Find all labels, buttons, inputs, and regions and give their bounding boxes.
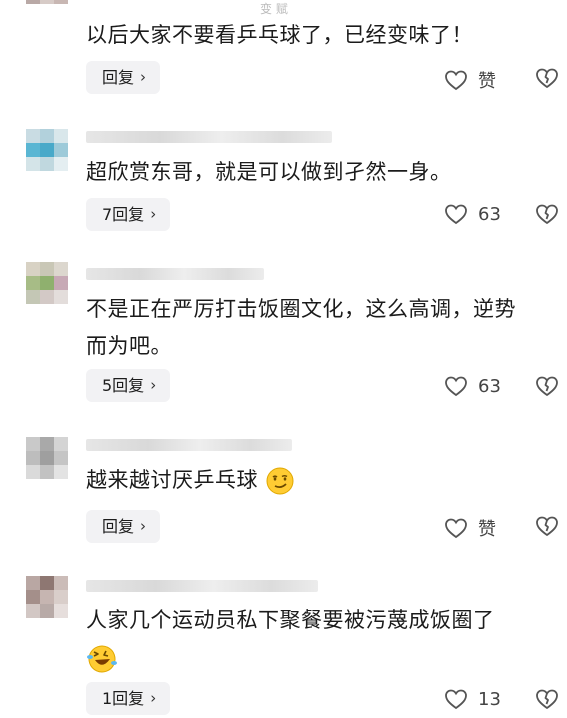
dislike-button[interactable] (535, 688, 559, 714)
dislike-button[interactable] (535, 67, 559, 93)
heart-outline-icon (445, 376, 467, 397)
comment-text: 人家几个运动员私下聚餐要被污蔑成饭圈了 (86, 602, 537, 676)
username-blur (86, 439, 292, 451)
comment-text: 以后大家不要看乒乓球了，已经变味了！ (86, 23, 473, 47)
broken-heart-icon (536, 516, 558, 536)
reply-label: 5回复 (102, 376, 145, 395)
like-count: 63 (478, 375, 501, 397)
chevron-right-icon: › (150, 689, 157, 707)
avatar[interactable] (26, 0, 68, 12)
dislike-button[interactable] (535, 203, 559, 229)
heart-outline-icon (445, 518, 467, 539)
comment-text: 越来越讨厌乒乓球 (86, 462, 537, 499)
broken-heart-icon (536, 204, 558, 224)
like-count: 13 (478, 688, 501, 710)
avatar[interactable] (26, 576, 68, 618)
comment-text-line: 而为吧。 (86, 334, 172, 358)
avatar[interactable] (26, 437, 68, 479)
username-blur (86, 268, 264, 280)
like-button[interactable]: 赞 (444, 67, 496, 93)
broken-heart-icon (536, 376, 558, 396)
reply-label: 回复 (102, 68, 135, 87)
like-button[interactable]: 赞 (444, 515, 496, 541)
avatar[interactable] (26, 262, 68, 304)
like-button[interactable]: 13 (444, 688, 501, 710)
chevron-right-icon: › (150, 205, 157, 223)
comment-text-content: 越来越讨厌乒乓球 (86, 468, 258, 492)
chevron-right-icon: › (150, 376, 157, 394)
reply-button[interactable]: 回复 › (86, 61, 161, 94)
chevron-right-icon: › (140, 68, 147, 86)
dislike-button[interactable] (535, 515, 559, 541)
chevron-right-icon: › (140, 517, 147, 535)
smirk-emoji-icon (266, 467, 294, 495)
reply-button[interactable]: 7回复 › (86, 198, 171, 231)
username-blur (86, 131, 332, 143)
username-blur (86, 580, 318, 592)
like-count: 63 (478, 203, 501, 225)
comment-text-line: 不是正在严厉打击饭圈文化，这么高调，逆势 (86, 297, 516, 321)
broken-heart-icon (536, 689, 558, 709)
heart-outline-icon (445, 204, 467, 225)
like-count: 赞 (478, 519, 496, 540)
reply-label: 1回复 (102, 689, 145, 708)
reply-label: 7回复 (102, 205, 145, 224)
reply-label: 回复 (102, 517, 135, 536)
reply-button[interactable]: 1回复 › (86, 682, 171, 715)
top-username-blur: 变 赋 (260, 2, 288, 16)
heart-outline-icon (445, 70, 467, 91)
avatar[interactable] (26, 129, 68, 171)
comment-text: 超欣赏东哥，就是可以做到孑然一身。 (86, 160, 452, 184)
laughing-crying-emoji-icon (87, 645, 117, 673)
comment-text-content: 人家几个运动员私下聚餐要被污蔑成饭圈了 (86, 608, 495, 632)
reply-button[interactable]: 回复 › (86, 510, 161, 543)
dislike-button[interactable] (535, 375, 559, 401)
like-button[interactable]: 63 (444, 203, 501, 225)
broken-heart-icon (536, 68, 558, 88)
comment-text: 不是正在严厉打击饭圈文化，这么高调，逆势 而为吧。 (86, 291, 537, 365)
like-button[interactable]: 63 (444, 375, 501, 397)
like-count: 赞 (478, 71, 496, 92)
heart-outline-icon (445, 689, 467, 710)
reply-button[interactable]: 5回复 › (86, 369, 171, 402)
